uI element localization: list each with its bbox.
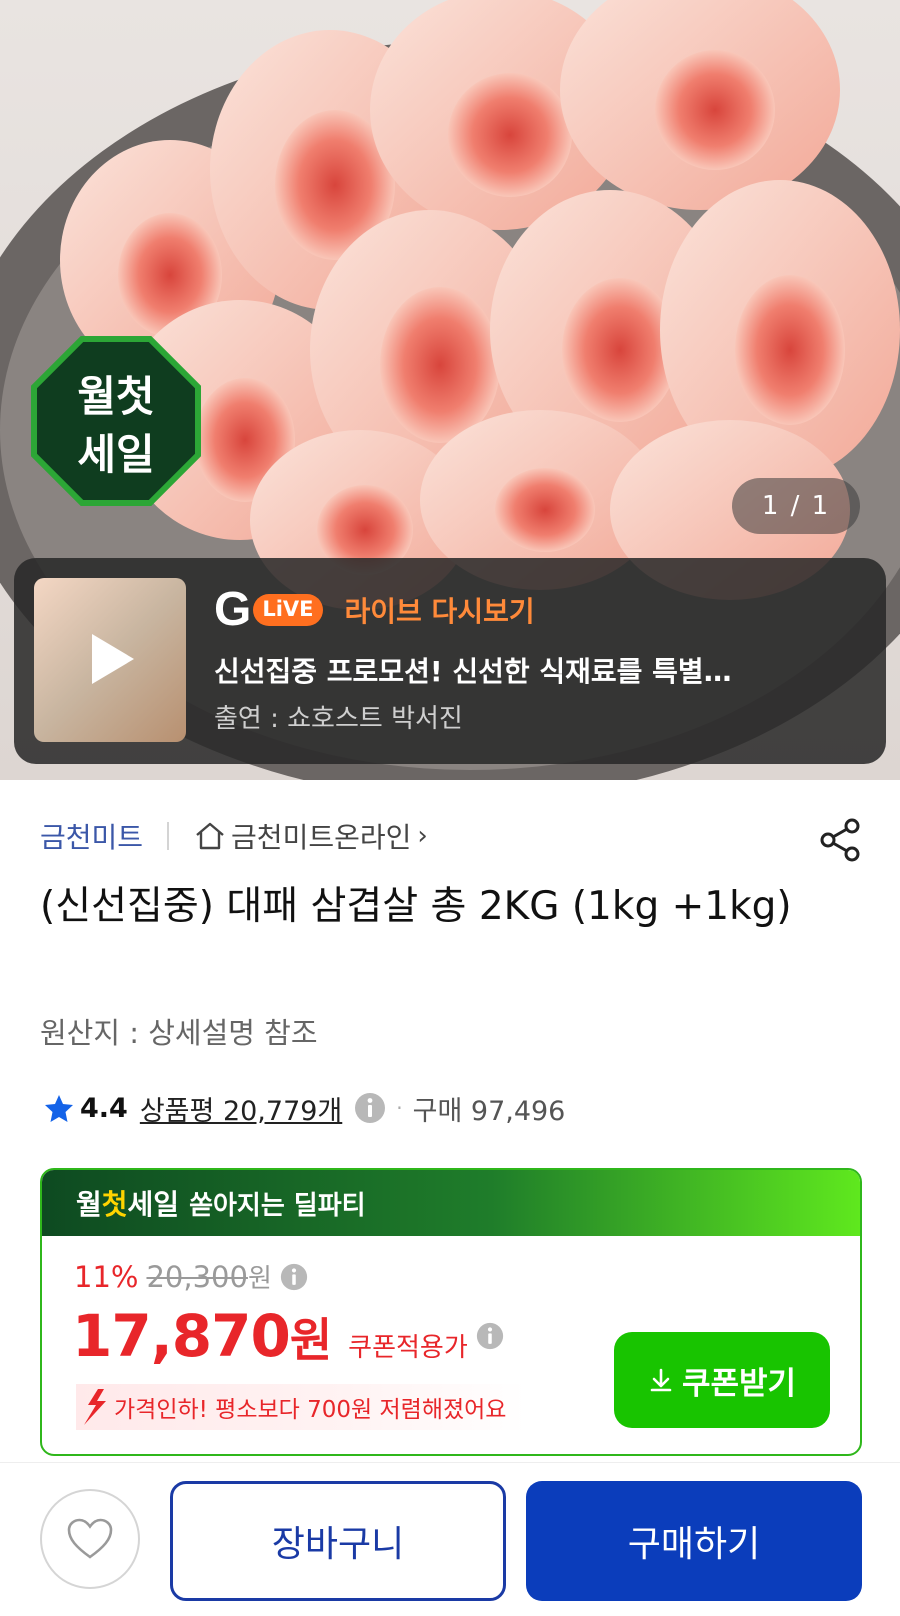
wishlist-button[interactable]	[40, 1489, 140, 1589]
rating-row: 4.4 상품평 20,779개 · 구매 97,496	[44, 1088, 565, 1128]
chevron-right-icon: ›	[417, 821, 428, 851]
price-row: 17,870 원 쿠폰적용가	[72, 1302, 504, 1370]
deal-brand-part2: 첫	[101, 1188, 128, 1221]
live-replay-label[interactable]: 라이브 다시보기	[345, 590, 535, 630]
deal-brand-part3: 세일	[127, 1188, 180, 1221]
live-host: 출연 : 쇼호스트 박서진	[214, 704, 463, 734]
info-icon[interactable]	[476, 1322, 504, 1350]
live-replay-card[interactable]: G LiVE 라이브 다시보기 신선집중 프로모션! 신선한 식재료를 특별… …	[14, 558, 886, 764]
original-price-unit: 원	[247, 1264, 272, 1294]
info-icon[interactable]	[280, 1263, 308, 1291]
buy-now-button[interactable]: 구매하기	[526, 1481, 862, 1601]
review-count-link[interactable]: 상품평 20,779개	[140, 1089, 342, 1128]
discount-percent: 11%	[74, 1259, 139, 1294]
store-name-link[interactable]: 금천미트	[40, 816, 143, 856]
get-coupon-button[interactable]: 쿠폰받기	[614, 1332, 830, 1428]
original-price: 20,300	[146, 1259, 248, 1294]
monthly-sale-badge-icon: 월첫 세일	[31, 336, 201, 506]
price-drop-text: 가격인하! 평소보다 700원 저렴해졌어요	[114, 1397, 507, 1423]
share-icon[interactable]	[816, 816, 864, 864]
store-row: 금천미트 금천미트온라인 ›	[40, 816, 860, 856]
discount-row: 11% 20,300 원	[74, 1258, 308, 1295]
coupon-applied-label: 쿠폰적용가	[348, 1333, 468, 1363]
glive-logo: G LiVE 라이브 다시보기	[214, 586, 535, 634]
live-thumbnail[interactable]	[34, 578, 186, 742]
bottom-action-bar: 장바구니 구매하기	[0, 1462, 900, 1616]
image-counter: 1 / 1	[732, 478, 860, 534]
live-title[interactable]: 신선집중 프로모션! 신선한 식재료를 특별…	[214, 650, 854, 690]
star-icon	[45, 1095, 73, 1122]
divider	[167, 822, 170, 850]
heart-icon	[67, 1518, 113, 1559]
deal-brand-part1: 월	[76, 1188, 102, 1221]
download-icon	[650, 1368, 672, 1392]
svg-text:세일: 세일	[77, 430, 154, 479]
home-icon[interactable]	[193, 819, 227, 853]
add-to-cart-button[interactable]: 장바구니	[170, 1481, 506, 1601]
play-icon[interactable]	[80, 630, 138, 688]
online-store-link[interactable]: 금천미트온라인	[231, 816, 411, 856]
price-drop-notice: 가격인하! 평소보다 700원 저렴해졌어요	[76, 1384, 527, 1430]
purchase-count: 구매 97,496	[412, 1095, 566, 1127]
live-pill: LiVE	[253, 594, 323, 626]
product-origin: 원산지 : 상세설명 참조	[40, 1016, 318, 1050]
deal-box: 월 첫 세일 쏟아지는 딜파티 11% 20,300 원 17,870 원 쿠폰적용가 …	[40, 1168, 862, 1456]
product-image[interactable]: 월첫 세일 1 / 1 G LiVE 라이브 다시보기 신선집중 프로모션! 신…	[0, 0, 900, 780]
svg-text:월첫: 월첫	[77, 372, 154, 421]
deal-subtitle: 쏟아지는 딜파티	[189, 1190, 366, 1221]
deal-header: 월 첫 세일 쏟아지는 딜파티	[42, 1170, 860, 1236]
sale-price-unit: 원	[289, 1313, 333, 1367]
separator: ·	[396, 1096, 403, 1120]
info-icon[interactable]	[354, 1092, 386, 1124]
sale-price: 17,870	[72, 1302, 291, 1370]
glive-g-letter: G	[214, 583, 252, 636]
product-title: (신선집중) 대패 삼겹살 총 2KG (1kg +1kg)	[40, 884, 792, 929]
price-down-arrow-icon	[84, 1389, 106, 1425]
rating-score: 4.4	[80, 1092, 128, 1124]
get-coupon-label: 쿠폰받기	[681, 1365, 797, 1402]
